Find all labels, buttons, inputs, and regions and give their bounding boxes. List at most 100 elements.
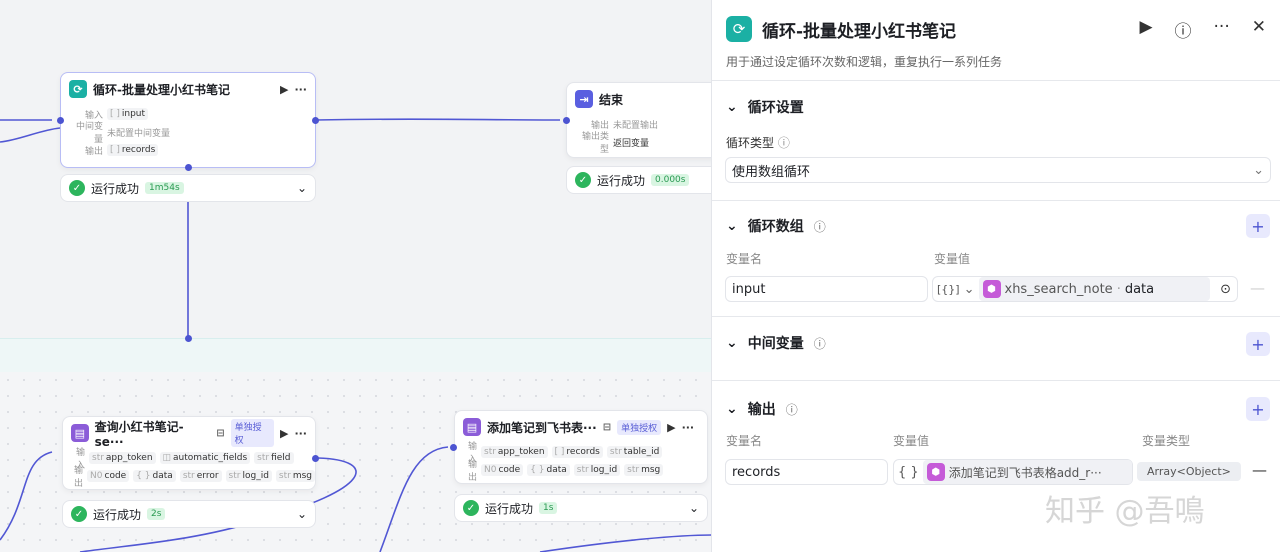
- add-output-button[interactable]: +: [1246, 397, 1270, 421]
- output-value-input[interactable]: { } ⬢ 添加笔记到飞书表格add_r···: [893, 459, 1133, 485]
- query-node[interactable]: ▤ 查询小红书笔记-se··· ⊟ 单独授权 ▶ ··· 输入 str app_token ◫ a…: [62, 416, 316, 490]
- loop-type-select[interactable]: 使用数组循环 ⌄: [725, 157, 1271, 183]
- param-tag: str msg: [275, 470, 315, 482]
- auth-badge[interactable]: 单独授权: [617, 419, 662, 435]
- remove-icon[interactable]: —: [1250, 279, 1265, 297]
- help-icon[interactable]: ⓘ: [1175, 17, 1192, 42]
- type-label: 输出类型: [581, 132, 609, 155]
- more-icon[interactable]: ···: [294, 83, 307, 96]
- status-text: 运行成功: [93, 507, 142, 522]
- param-tag: str app_token: [481, 446, 548, 458]
- port[interactable]: [312, 455, 319, 462]
- edge-into-query: [0, 451, 53, 541]
- end-status[interactable]: ✓ 运行成功 0.000s: [566, 166, 712, 194]
- port[interactable]: [185, 164, 192, 171]
- param-tag: str error: [179, 470, 222, 482]
- type-label: 变量类型: [1142, 434, 1191, 448]
- run-icon[interactable]: ▶: [280, 83, 288, 96]
- run-icon[interactable]: ▶: [667, 421, 675, 434]
- node-title: 循环-批量处理小红书笔记: [93, 82, 230, 97]
- type-value: 返回变量: [613, 138, 650, 149]
- type-selector[interactable]: { }: [898, 465, 919, 480]
- param-tag: str table_id: [606, 446, 663, 458]
- param-tag: str msg: [624, 464, 664, 476]
- check-icon: ✓: [575, 172, 591, 188]
- output-type-badge: Array<Object>: [1137, 462, 1241, 481]
- add-intermediate-button[interactable]: +: [1246, 332, 1270, 356]
- check-icon: ✓: [69, 180, 85, 196]
- watermark: 知乎 @吾鳴: [1045, 494, 1205, 529]
- section-loop-array[interactable]: ⌄ 循环数组 ⓘ: [726, 216, 826, 236]
- chevron-down-icon: ⌄: [726, 401, 738, 417]
- section-title: 中间变量: [747, 336, 804, 352]
- port[interactable]: [57, 117, 64, 124]
- select-value: 使用数组循环: [732, 164, 811, 180]
- run-time: 1s: [539, 502, 558, 514]
- input-value: records: [732, 464, 781, 480]
- array-value-input[interactable]: [{}] ⌄ ⬢ xhs_search_note · data ⊙: [932, 276, 1238, 302]
- input-value: input: [121, 109, 146, 119]
- mid-label: 中间变量: [75, 122, 103, 145]
- param-tag: { } data: [133, 470, 176, 482]
- save-icon: ⊟: [602, 421, 612, 433]
- chevron-down-icon[interactable]: ⌄: [964, 282, 975, 297]
- query-status[interactable]: ✓ 运行成功 2s ⌄: [62, 500, 316, 528]
- plugin-icon: ⬢: [982, 280, 1001, 298]
- more-icon[interactable]: ···: [682, 421, 695, 434]
- more-icon[interactable]: ···: [1214, 17, 1230, 42]
- loop-node[interactable]: ⟳ 循环-批量处理小红书笔记 ▶ ··· 输入[ ] input 中间变量 未配置中间变量…: [60, 72, 316, 168]
- workflow-canvas[interactable]: ⟳ 循环-批量处理小红书笔记 ▶ ··· 输入[ ] input 中间变量 未配置中间变量…: [0, 0, 712, 552]
- loop-status[interactable]: ✓ 运行成功 1m54s ⌄: [60, 174, 316, 202]
- variable-picker-icon[interactable]: ⊙: [1214, 282, 1237, 297]
- section-output[interactable]: ⌄ 输出 ⓘ: [726, 399, 798, 419]
- add-status[interactable]: ✓ 运行成功 1s ⌄: [454, 494, 708, 522]
- status-text: 运行成功: [91, 181, 140, 196]
- add-node[interactable]: ▤ 添加笔记到飞书表··· ⊟ 单独授权 ▶ ··· 输入 str app_token[ ] r…: [454, 410, 708, 484]
- plugin-icon: ⬢: [926, 463, 945, 481]
- check-icon: ✓: [463, 500, 479, 516]
- run-time: 0.000s: [651, 174, 690, 186]
- port[interactable]: [450, 444, 457, 451]
- mid-value: 未配置中间变量: [107, 128, 171, 139]
- check-icon: ✓: [71, 506, 87, 522]
- section-loop-settings[interactable]: ⌄ 循环设置: [726, 97, 804, 117]
- info-icon: ⓘ: [813, 219, 826, 234]
- param-tag: str log_id: [573, 464, 621, 476]
- panel-title: 循环-批量处理小红书笔记: [762, 21, 957, 42]
- array-name-input[interactable]: input: [725, 276, 928, 302]
- run-icon[interactable]: ▶: [280, 427, 288, 440]
- chevron-down-icon[interactable]: ⌄: [689, 501, 699, 515]
- info-icon: ⓘ: [785, 402, 798, 417]
- add-array-button[interactable]: +: [1246, 214, 1270, 238]
- output-label: 输出: [74, 466, 84, 489]
- edge-into-add: [379, 446, 449, 552]
- auth-badge[interactable]: 单独授权: [230, 419, 274, 447]
- value-label: 变量值: [893, 434, 930, 448]
- close-icon[interactable]: ✕: [1252, 17, 1266, 42]
- edge-in-2: [0, 127, 61, 143]
- status-text: 运行成功: [485, 501, 534, 516]
- output-label: 输出: [467, 460, 477, 483]
- port[interactable]: [563, 117, 570, 124]
- output-name-input[interactable]: records: [725, 459, 888, 485]
- chevron-down-icon[interactable]: ⌄: [297, 181, 307, 195]
- remove-icon[interactable]: —: [1252, 461, 1267, 479]
- port[interactable]: [185, 335, 192, 342]
- run-icon[interactable]: ▶: [1139, 17, 1152, 42]
- section-title: 输出: [747, 402, 776, 418]
- node-title: 添加笔记到飞书表···: [487, 420, 597, 435]
- output-label: 输出: [84, 146, 103, 157]
- loop-icon: ⟳: [726, 16, 752, 42]
- ref-value: 添加笔记到飞书表格add_r···: [948, 465, 1102, 480]
- chevron-down-icon: ⌄: [1253, 162, 1264, 178]
- port[interactable]: [312, 117, 319, 124]
- more-icon[interactable]: ···: [294, 427, 307, 440]
- param-tag: str app_token: [89, 452, 156, 464]
- type-selector[interactable]: [{}]: [937, 283, 960, 296]
- output-value: 未配置输出: [613, 120, 659, 131]
- section-intermediate[interactable]: ⌄ 中间变量 ⓘ: [726, 333, 826, 353]
- name-label: 变量名: [726, 252, 763, 266]
- chevron-down-icon[interactable]: ⌄: [297, 507, 307, 521]
- plugin-icon: ▤: [463, 418, 481, 436]
- end-node[interactable]: ⇥ 结束 输出 未配置输出 输出类型 返回变量: [566, 82, 712, 158]
